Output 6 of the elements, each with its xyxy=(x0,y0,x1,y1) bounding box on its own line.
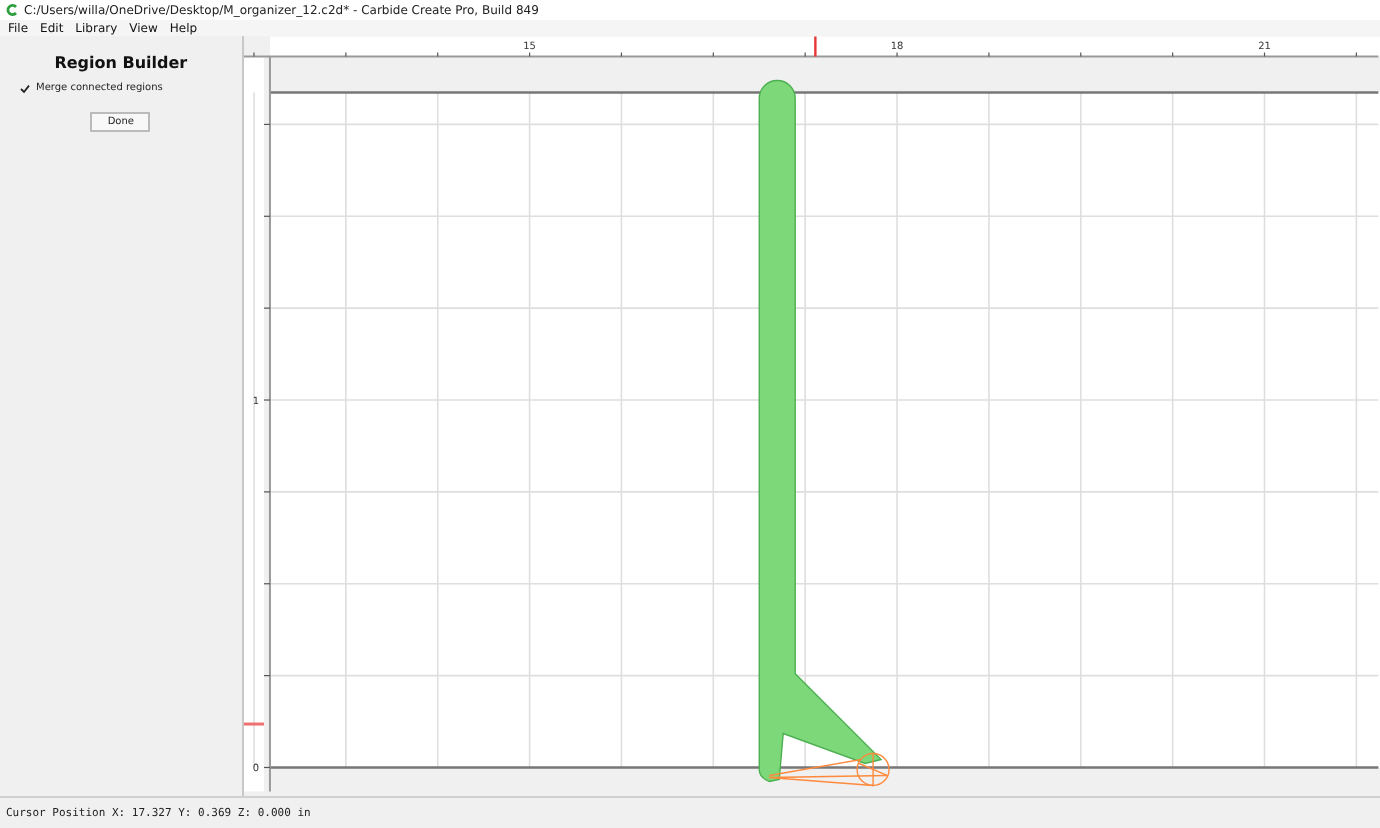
toolpath-drawing xyxy=(768,752,890,787)
cursor-marker xyxy=(813,36,817,57)
checkbox[interactable] xyxy=(20,83,30,93)
cursor-marker xyxy=(243,722,264,726)
panel-title: Region Builder xyxy=(54,54,188,72)
app-icon xyxy=(6,4,18,16)
